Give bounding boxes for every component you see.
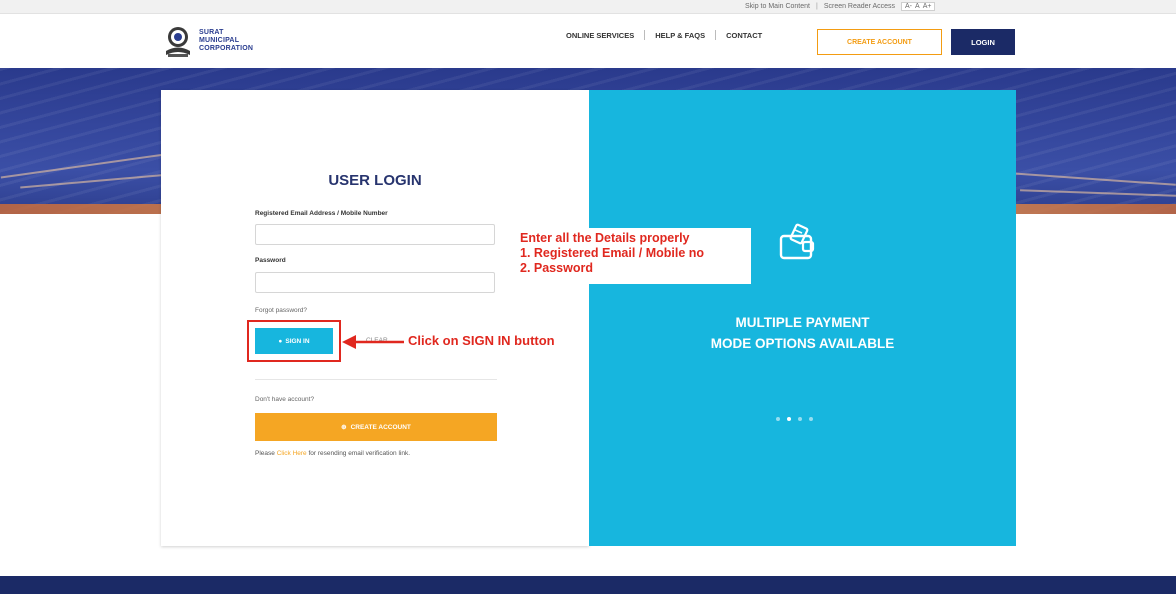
promo-panel: MULTIPLE PAYMENT MODE OPTIONS AVAILABLE <box>589 90 1016 546</box>
signin-instruction: Click on SIGN IN button <box>408 333 555 348</box>
instruction-line: 2. Password <box>520 261 593 275</box>
main-nav: ONLINE SERVICES HELP & FAQS CONTACT <box>556 30 772 40</box>
skip-to-content-link[interactable]: Skip to Main Content <box>745 3 810 10</box>
promo-line: MULTIPLE PAYMENT <box>735 315 870 330</box>
screen-reader-link[interactable]: Screen Reader Access <box>824 3 895 10</box>
resend-prefix: Please <box>255 450 275 457</box>
lock-icon: ● <box>278 337 283 345</box>
resend-verification-link[interactable]: Click Here <box>277 450 307 457</box>
divider <box>255 379 497 380</box>
font-decrease-button[interactable]: A- <box>905 3 912 10</box>
plus-icon: ⊕ <box>341 424 347 431</box>
sign-in-button[interactable]: ● SIGN IN <box>255 328 333 354</box>
utility-links: Skip to Main Content | Screen Reader Acc… <box>745 2 936 11</box>
promo-text: MULTIPLE PAYMENT MODE OPTIONS AVAILABLE <box>589 312 1016 354</box>
promo-line: MODE OPTIONS AVAILABLE <box>710 336 895 351</box>
site-header: SURAT MUNICIPAL CORPORATION ONLINE SERVI… <box>0 14 1176 68</box>
separator: | <box>815 3 818 10</box>
emblem-icon <box>163 24 193 58</box>
font-increase-button[interactable]: A+ <box>923 3 932 10</box>
carousel-dots <box>776 417 813 421</box>
logo-line: MUNICIPAL <box>199 37 240 44</box>
nav-help-faqs[interactable]: HELP & FAQS <box>645 31 715 40</box>
resend-verification-text: Please Click Here for resending email ve… <box>255 450 410 457</box>
logo-text: SURAT MUNICIPAL CORPORATION <box>199 29 253 53</box>
email-field[interactable] <box>255 224 495 245</box>
resend-suffix: for resending email verification link. <box>308 450 411 457</box>
smc-logo[interactable]: SURAT MUNICIPAL CORPORATION <box>163 24 253 58</box>
carousel-dot[interactable] <box>809 417 813 421</box>
wallet-icon <box>775 220 823 273</box>
site-footer <box>0 576 1176 594</box>
logo-line: CORPORATION <box>199 45 254 52</box>
nav-online-services[interactable]: ONLINE SERVICES <box>556 31 644 40</box>
page-title: USER LOGIN <box>328 172 422 189</box>
carousel-dot[interactable] <box>776 417 780 421</box>
login-card: USER LOGIN Registered Email Address / Mo… <box>161 90 589 546</box>
font-normal-button[interactable]: A <box>915 3 920 10</box>
password-field[interactable] <box>255 272 495 293</box>
carousel-dot[interactable] <box>798 417 802 421</box>
arrow-icon <box>342 335 404 349</box>
light-streak <box>1020 189 1176 197</box>
nav-contact[interactable]: CONTACT <box>716 31 772 40</box>
instruction-line: 1. Registered Email / Mobile no <box>520 246 705 260</box>
font-size-controls: A- A A+ <box>901 2 936 11</box>
email-label: Registered Email Address / Mobile Number <box>255 210 388 217</box>
forgot-password-link[interactable]: Forgot password? <box>255 307 307 314</box>
create-account-button[interactable]: ⊕ CREATE ACCOUNT <box>255 413 497 441</box>
sign-in-label: SIGN IN <box>285 337 310 345</box>
header-login-button[interactable]: LOGIN <box>951 29 1015 55</box>
header-create-account-button[interactable]: CREATE ACCOUNT <box>817 29 942 55</box>
create-account-label: CREATE ACCOUNT <box>350 423 411 431</box>
password-label: Password <box>255 257 286 264</box>
instruction-line: Enter all the Details properly <box>520 231 690 245</box>
no-account-text: Don't have account? <box>255 396 315 403</box>
instruction-note: Enter all the Details properly 1. Regist… <box>514 228 751 284</box>
logo-line: SURAT <box>199 29 224 36</box>
light-streak <box>20 173 170 189</box>
utility-bar: Skip to Main Content | Screen Reader Acc… <box>0 0 1176 14</box>
light-streak <box>1010 172 1176 186</box>
carousel-dot-active[interactable] <box>787 417 791 421</box>
